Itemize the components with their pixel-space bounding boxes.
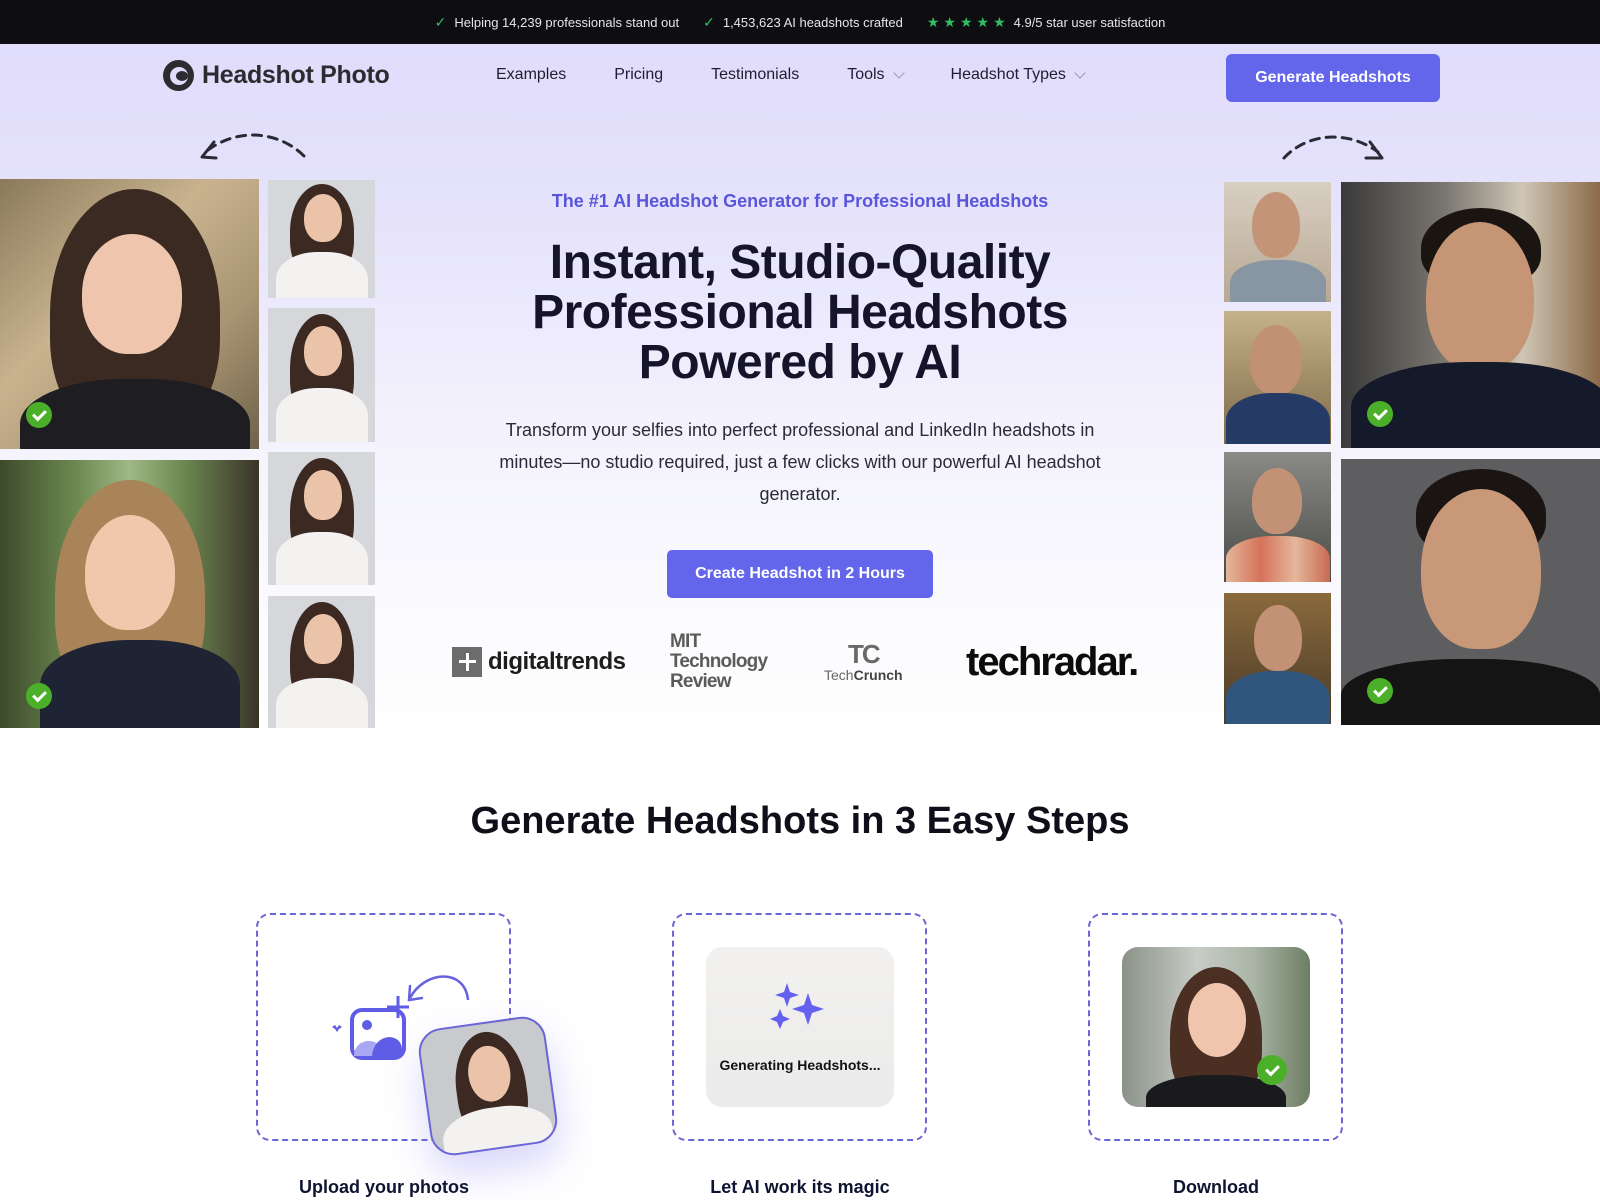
mit-line: Review	[670, 671, 731, 692]
hero-subtitle: Transform your selfies into perfect prof…	[499, 420, 1101, 504]
selfie-woman-3	[268, 452, 375, 585]
nav-link-tools[interactable]: Tools	[847, 66, 905, 84]
selfie-woman-4	[268, 596, 375, 728]
selfie-man-3	[1224, 452, 1331, 582]
stat-professionals: ✓ Helping 14,239 professionals stand out	[435, 14, 680, 31]
nav-link-examples[interactable]: Examples	[496, 66, 566, 84]
selfie-man-2	[1224, 311, 1331, 444]
final-headshot-image	[1122, 947, 1310, 1107]
hero-title: Instant, Studio-Quality Professional Hea…	[532, 236, 1068, 389]
stat-text: Helping 14,239 professionals stand out	[454, 14, 680, 30]
nav-link-testimonials[interactable]: Testimonials	[711, 66, 799, 84]
star-icon: ★	[959, 13, 973, 30]
logo-text: Headshot Photo	[202, 61, 390, 89]
sparkles-icon	[770, 983, 824, 1029]
press-logo-digitaltrends: digitaltrends	[452, 632, 626, 692]
check-icon: ✓	[434, 13, 447, 30]
hero-eyebrow: The #1 AI Headshot Generator for Profess…	[551, 191, 1049, 211]
generating-preview: Generating Headshots...	[706, 947, 894, 1107]
press-logo-techcrunch: TC TechCrunch	[824, 632, 903, 692]
techcrunch-icon: TC	[847, 639, 881, 669]
check-badge-icon	[26, 402, 52, 428]
step-card-generate: Generating Headshots...	[672, 913, 927, 1141]
check-icon: ✓	[703, 13, 715, 30]
mit-line: MIT	[670, 631, 701, 652]
announcement-bar: ✓ Helping 14,239 professionals stand out…	[0, 0, 1600, 44]
star-icon: ★	[926, 13, 940, 30]
chevron-down-icon	[1074, 66, 1086, 79]
techcrunch-wordmark-b: Crunch	[853, 667, 903, 683]
stat-text: 4.9/5 star user satisfaction	[1013, 14, 1166, 30]
star-icon: ★	[943, 13, 956, 30]
press-logo-mit: MIT Technology Review	[670, 631, 768, 692]
nav-links: Examples Pricing Testimonials Tools Head…	[496, 66, 1086, 84]
nav-link-headshot-types[interactable]: Headshot Types	[950, 66, 1086, 84]
selfie-woman-2	[268, 308, 375, 442]
digitaltrends-wordmark: digitaltrends	[488, 648, 626, 675]
press-logo-techradar: techradar.	[966, 632, 1139, 692]
star-icon: ★	[976, 13, 990, 30]
logo-icon	[163, 60, 194, 91]
nav-link-label: Headshot Types	[950, 66, 1066, 83]
techradar-wordmark: techradar.	[966, 639, 1139, 684]
nav-link-label: Testimonials	[711, 66, 800, 83]
check-badge-icon	[1367, 678, 1393, 704]
stat-text: 1,453,623 AI headshots crafted	[722, 14, 903, 30]
nav-link-label: Tools	[847, 66, 885, 83]
uploaded-selfie-image	[415, 1013, 561, 1159]
generate-headshots-button[interactable]: Generate Headshots	[1226, 54, 1440, 102]
steps-title: Generate Headshots in 3 Easy Steps	[470, 800, 1130, 842]
stat-rating: ★ ★ ★ ★ ★ 4.9/5 star user satisfaction	[927, 14, 1166, 31]
create-headshot-button[interactable]: Create Headshot in 2 Hours	[667, 550, 933, 598]
nav-link-label: Pricing	[614, 66, 664, 83]
stat-headshots: ✓ 1,453,623 AI headshots crafted	[703, 14, 903, 31]
curved-arrow-right-icon	[1282, 135, 1384, 160]
mit-line: Technology	[670, 651, 768, 672]
step-label-generate: Let AI work its magic	[710, 1177, 890, 1197]
check-badge-icon	[1367, 401, 1393, 427]
rating-stars: ★ ★ ★ ★ ★	[927, 14, 1006, 31]
nav-link-label: Examples	[496, 66, 567, 83]
step-card-download	[1088, 913, 1343, 1141]
step-label-upload: Upload your photos	[299, 1177, 469, 1197]
check-badge-icon	[1257, 1055, 1287, 1085]
generating-status: Generating Headshots...	[719, 1057, 881, 1073]
check-badge-icon	[26, 683, 52, 709]
chevron-down-icon	[892, 66, 905, 79]
techcrunch-wordmark-a: Tech	[824, 667, 854, 683]
digitaltrends-icon	[452, 647, 482, 677]
logo[interactable]: Headshot Photo	[163, 60, 390, 91]
main-nav: Headshot Photo Examples Pricing Testimon…	[0, 44, 1600, 112]
step-label-download: Download	[1173, 1177, 1259, 1197]
curved-arrow-left-icon	[200, 133, 306, 160]
star-icon: ★	[993, 13, 1006, 30]
selfie-man-4	[1224, 593, 1331, 724]
nav-link-pricing[interactable]: Pricing	[614, 66, 663, 84]
